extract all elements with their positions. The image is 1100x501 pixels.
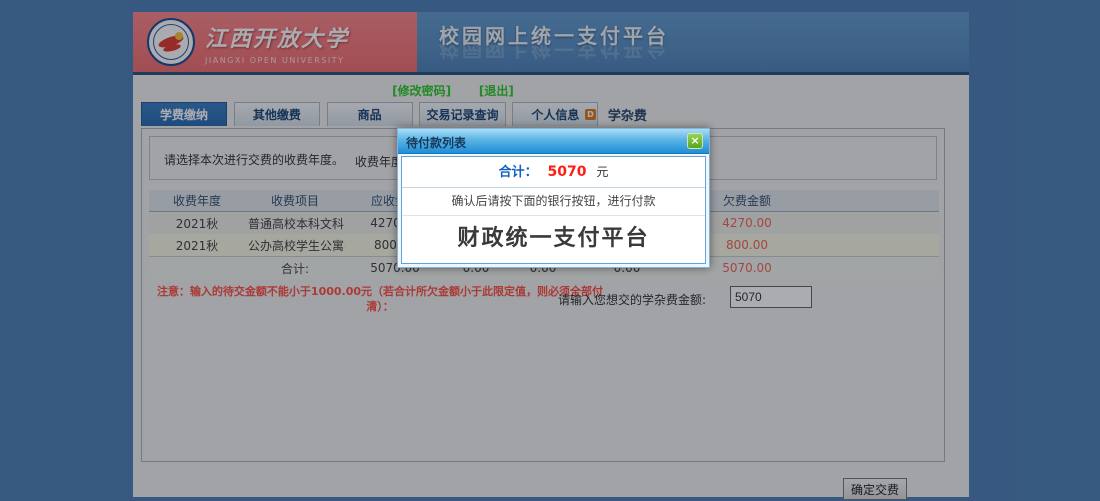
- pending-payment-dialog: 待付款列表 × 合计： 5070 元 确认后请按下面的银行按钮，进行付款 财政统…: [397, 128, 710, 268]
- dialog-total-row: 合计： 5070 元: [402, 157, 705, 188]
- total-label: 合计：: [499, 165, 538, 180]
- dialog-titlebar: 待付款列表 ×: [398, 129, 709, 154]
- dialog-title: 待付款列表: [406, 134, 466, 151]
- total-unit: 元: [596, 165, 608, 179]
- bank-pay-button[interactable]: 财政统一支付平台: [402, 216, 705, 262]
- total-value: 5070: [548, 164, 587, 180]
- close-icon[interactable]: ×: [687, 133, 703, 149]
- dialog-instruction: 确认后请按下面的银行按钮，进行付款: [402, 188, 705, 216]
- dialog-body: 合计： 5070 元 确认后请按下面的银行按钮，进行付款 财政统一支付平台: [401, 156, 706, 264]
